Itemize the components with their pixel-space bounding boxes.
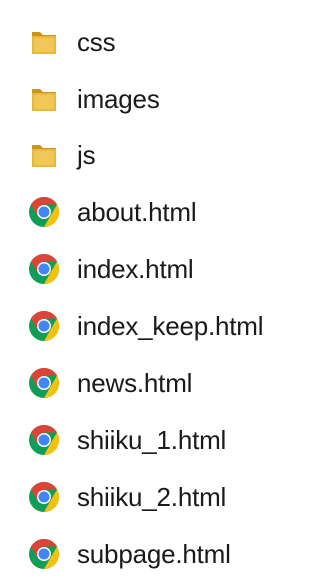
chrome-icon xyxy=(26,365,62,401)
file-item-shiiku-1-html[interactable]: shiiku_1.html xyxy=(0,414,322,468)
folder-icon xyxy=(26,81,62,117)
file-name: index.html xyxy=(77,254,194,284)
folder-icon xyxy=(26,137,62,173)
file-name: about.html xyxy=(77,197,197,227)
file-item-js[interactable]: js xyxy=(0,129,322,183)
file-name: subpage.html xyxy=(77,539,231,569)
file-name: js xyxy=(77,140,96,170)
chrome-icon xyxy=(26,422,62,458)
file-item-images[interactable]: images xyxy=(0,73,322,127)
file-name: css xyxy=(77,27,116,57)
file-list: css images js about.html index.html inde… xyxy=(0,0,322,587)
chrome-icon xyxy=(26,536,62,572)
folder-icon xyxy=(26,24,62,60)
file-item-css[interactable]: css xyxy=(0,16,322,70)
file-item-index-keep-html[interactable]: index_keep.html xyxy=(0,300,322,354)
file-name: shiiku_2.html xyxy=(77,482,227,512)
chrome-icon xyxy=(26,194,62,230)
file-name: news.html xyxy=(77,368,193,398)
file-item-shiiku-2-html[interactable]: shiiku_2.html xyxy=(0,471,322,525)
file-item-about-html[interactable]: about.html xyxy=(0,186,322,240)
chrome-icon xyxy=(26,251,62,287)
chrome-icon xyxy=(26,308,62,344)
file-item-news-html[interactable]: news.html xyxy=(0,357,322,411)
file-item-index-html[interactable]: index.html xyxy=(0,243,322,297)
file-name: images xyxy=(77,84,160,114)
file-name: shiiku_1.html xyxy=(77,425,227,455)
file-item-subpage-html[interactable]: subpage.html xyxy=(0,528,322,582)
chrome-icon xyxy=(26,479,62,515)
file-name: index_keep.html xyxy=(77,311,264,341)
